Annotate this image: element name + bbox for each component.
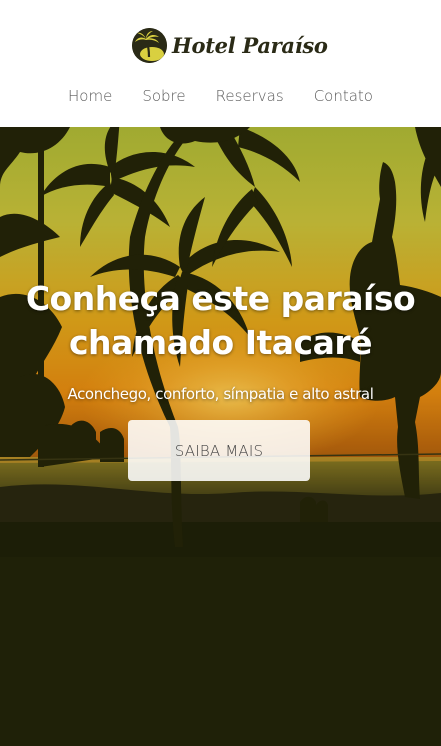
content-section [0,557,441,746]
hero-subtitle: Aconchego, conforto, símpatia e alto ast… [67,385,374,403]
hero-title: Conheça este paraíso chamado Itacaré [0,277,441,365]
main-nav: Home Sobre Reservas Contato [0,85,441,109]
site-header: Hotel Paraíso Home Sobre Reservas Contat… [0,0,441,127]
nav-item-sobre[interactable]: Sobre [127,85,200,109]
hero-banner: Conheça este paraíso chamado Itacaré Aco… [0,127,441,557]
nav-item-contato[interactable]: Contato [299,85,388,109]
nav-item-home[interactable]: Home [53,85,127,109]
hero-title-line-1: Conheça este paraíso [25,279,416,318]
nav-item-reservas[interactable]: Reservas [201,85,299,109]
saiba-mais-button[interactable]: SAIBA MAIS [128,420,310,481]
hero-title-line-2: chamado Itacaré [68,323,373,362]
brand-logo[interactable]: Hotel Paraíso [132,26,328,64]
brand-name: Hotel Paraíso [172,32,328,58]
palm-tree-icon [132,27,167,63]
